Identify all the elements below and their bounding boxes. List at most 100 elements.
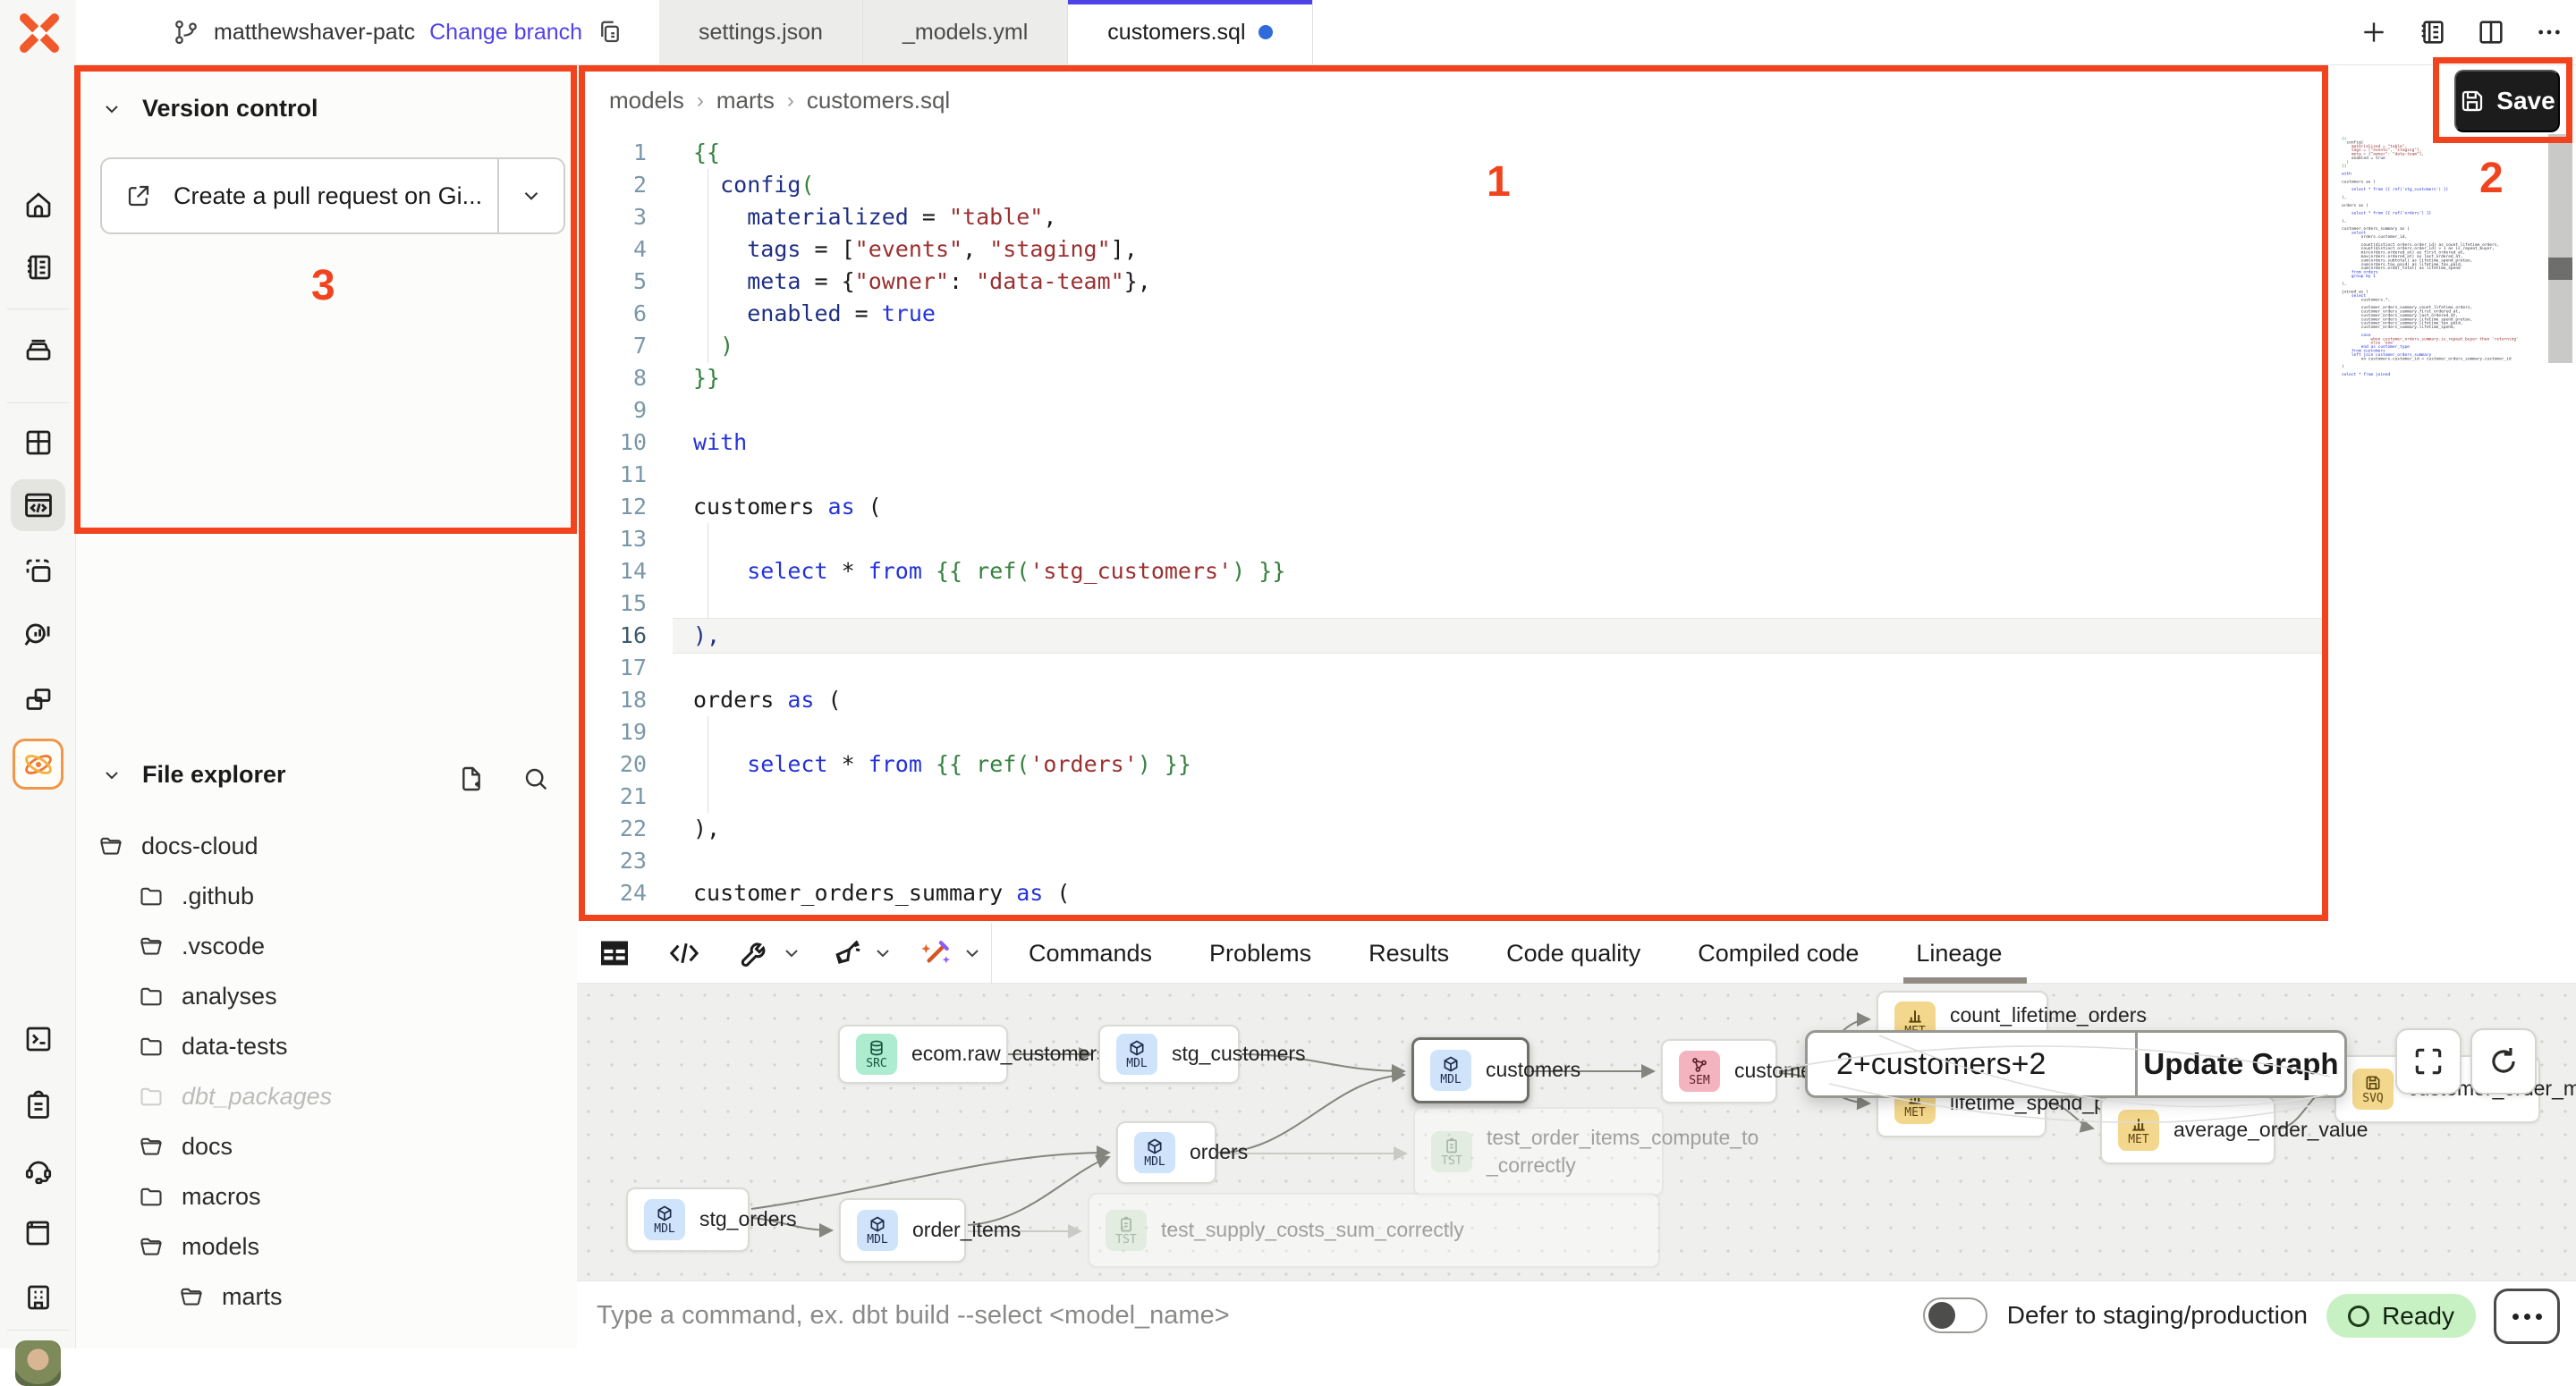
status-circle-icon bbox=[2348, 1306, 2369, 1327]
tree-item-marts[interactable]: marts bbox=[76, 1272, 577, 1322]
editor-tabs: settings.json_models.ymlcustomers.sql bbox=[659, 0, 1313, 64]
windows-icon[interactable] bbox=[0, 672, 76, 726]
tree-item-.github[interactable]: .github bbox=[76, 871, 577, 921]
tab-_models.yml[interactable]: _models.yml bbox=[863, 0, 1068, 64]
home-icon[interactable] bbox=[0, 178, 76, 232]
change-branch-link[interactable]: Change branch bbox=[429, 20, 582, 46]
minimap[interactable]: {{ config( materialized = "table", tags … bbox=[2342, 137, 2533, 924]
icon-rail bbox=[0, 65, 76, 1348]
split-view-icon[interactable] bbox=[2476, 17, 2506, 47]
clipboard-icon[interactable] bbox=[0, 1078, 76, 1132]
breadcrumb: models› marts› customers.sql bbox=[609, 87, 950, 114]
breadcrumb-item[interactable]: marts bbox=[716, 87, 775, 114]
top-bar: matthewshaver-patc Change branch setting… bbox=[76, 0, 2576, 65]
dbt-logo-icon[interactable] bbox=[14, 9, 63, 57]
explore-metrics-icon[interactable] bbox=[0, 608, 76, 662]
tree-item-analyses[interactable]: analyses bbox=[76, 971, 577, 1021]
dashboard-icon[interactable] bbox=[0, 416, 76, 469]
defer-label: Defer to staging/production bbox=[2007, 1301, 2308, 1330]
bottom-tab-lineage[interactable]: Lineage bbox=[1916, 940, 2002, 968]
bottom-tab-code-quality[interactable]: Code quality bbox=[1506, 940, 1640, 968]
chevron-down-icon bbox=[101, 98, 123, 120]
save-button[interactable]: Save bbox=[2454, 70, 2560, 132]
build-wrench-icon[interactable] bbox=[738, 923, 774, 984]
code-editor-icon[interactable] bbox=[0, 478, 76, 532]
new-file-icon[interactable] bbox=[457, 765, 486, 793]
format-broom-icon[interactable] bbox=[829, 923, 865, 984]
external-link-icon bbox=[125, 182, 152, 209]
code-editor[interactable]: models› marts› customers.sql 1{{2 config… bbox=[577, 65, 2576, 923]
support-headset-icon[interactable] bbox=[0, 1144, 76, 1197]
breadcrumb-item[interactable]: models bbox=[609, 87, 684, 114]
bottom-tab-results[interactable]: Results bbox=[1368, 940, 1449, 968]
code-line-12: 12customers as ( bbox=[577, 491, 2330, 523]
chevron-down-icon[interactable] bbox=[872, 923, 894, 984]
breadcrumb-item[interactable]: customers.sql bbox=[807, 87, 950, 114]
code-line-24: 24customer_orders_summary as ( bbox=[577, 877, 2330, 909]
tree-item-docs[interactable]: docs bbox=[76, 1121, 577, 1171]
ai-fix-icon[interactable] bbox=[919, 923, 954, 984]
code-line-4: 4 tags = ["events", "staging"], bbox=[577, 233, 2330, 266]
more-actions-button[interactable] bbox=[2494, 1289, 2560, 1344]
lineage-canvas[interactable]: SRCecom.raw_customersMDLstg_customersMDL… bbox=[577, 984, 2576, 1280]
code-view-icon[interactable] bbox=[666, 923, 702, 984]
unsaved-dot bbox=[1258, 25, 1273, 39]
code-line-2: 2 config( bbox=[577, 169, 2330, 201]
tree-item-data-tests[interactable]: data-tests bbox=[76, 1021, 577, 1071]
organization-icon[interactable] bbox=[0, 1271, 76, 1324]
folder-icon bbox=[139, 1084, 164, 1109]
code-line-23: 23 bbox=[577, 845, 2330, 877]
new-tab-plus-icon[interactable] bbox=[2360, 18, 2388, 46]
search-icon[interactable] bbox=[521, 765, 550, 793]
create-pr-label: Create a pull request on Gi... bbox=[174, 182, 482, 210]
folder-open-icon bbox=[139, 934, 164, 959]
chevron-down-icon[interactable] bbox=[781, 923, 802, 984]
code-line-10: 10with bbox=[577, 427, 2330, 459]
environments-icon[interactable] bbox=[0, 323, 76, 376]
canvas-select-icon[interactable] bbox=[0, 545, 76, 598]
status-badge[interactable]: Ready bbox=[2326, 1294, 2476, 1338]
file-explorer-header[interactable]: File explorer bbox=[101, 761, 286, 789]
scrollbar-thumb[interactable] bbox=[2548, 258, 2572, 280]
branch-name: matthewshaver-patc bbox=[214, 20, 415, 46]
folder-open-icon bbox=[139, 1234, 164, 1259]
tree-item-docs-cloud[interactable]: docs-cloud bbox=[76, 821, 577, 871]
folder-icon bbox=[139, 1184, 164, 1209]
chevron-down-icon[interactable] bbox=[962, 923, 983, 984]
command-input[interactable]: Type a command, ex. dbt build --select <… bbox=[597, 1281, 1230, 1349]
copy-icon[interactable] bbox=[597, 19, 623, 46]
folder-icon bbox=[139, 883, 164, 909]
tree-item-.vscode[interactable]: .vscode bbox=[76, 921, 577, 971]
folder-open-icon bbox=[139, 1134, 164, 1159]
pr-dropdown-caret[interactable] bbox=[497, 159, 564, 232]
bottom-tab-problems[interactable]: Problems bbox=[1209, 940, 1311, 968]
bottom-tab-compiled-code[interactable]: Compiled code bbox=[1698, 940, 1859, 968]
version-control-header[interactable]: Version control bbox=[101, 95, 318, 123]
docs-book-icon[interactable] bbox=[0, 1206, 76, 1260]
bottom-tab-commands[interactable]: Commands bbox=[1029, 940, 1152, 968]
code-line-21: 21 bbox=[577, 781, 2330, 813]
defer-toggle[interactable] bbox=[1923, 1297, 1987, 1333]
more-options-icon[interactable] bbox=[2535, 18, 2563, 46]
code-line-13: 13 bbox=[577, 523, 2330, 555]
notebook-icon[interactable] bbox=[0, 241, 76, 294]
code-line-7: 7 ) bbox=[577, 330, 2330, 362]
tree-item-models[interactable]: models bbox=[76, 1221, 577, 1272]
results-table-icon[interactable] bbox=[597, 923, 632, 984]
create-pr-button[interactable]: Create a pull request on Gi... bbox=[100, 157, 565, 234]
toolbar-divider bbox=[991, 923, 992, 984]
terminal-icon[interactable] bbox=[0, 1012, 76, 1066]
dbt-copilot-icon[interactable] bbox=[13, 739, 64, 790]
version-control-title: Version control bbox=[142, 95, 318, 123]
notebook-panel-icon[interactable] bbox=[2417, 17, 2447, 47]
tree-item-macros[interactable]: macros bbox=[76, 1171, 577, 1221]
logo-area bbox=[0, 0, 76, 65]
tree-item-dbt_packages[interactable]: dbt_packages bbox=[76, 1071, 577, 1121]
tab-customers.sql[interactable]: customers.sql bbox=[1068, 0, 1312, 64]
tab-settings.json[interactable]: settings.json bbox=[659, 0, 863, 64]
user-avatar[interactable] bbox=[15, 1340, 61, 1386]
scrollbar-track[interactable] bbox=[2548, 134, 2572, 363]
git-branch-icon bbox=[173, 19, 199, 46]
rail-divider bbox=[7, 308, 69, 309]
code-line-14: 14 select * from {{ ref('stg_customers')… bbox=[577, 555, 2330, 587]
